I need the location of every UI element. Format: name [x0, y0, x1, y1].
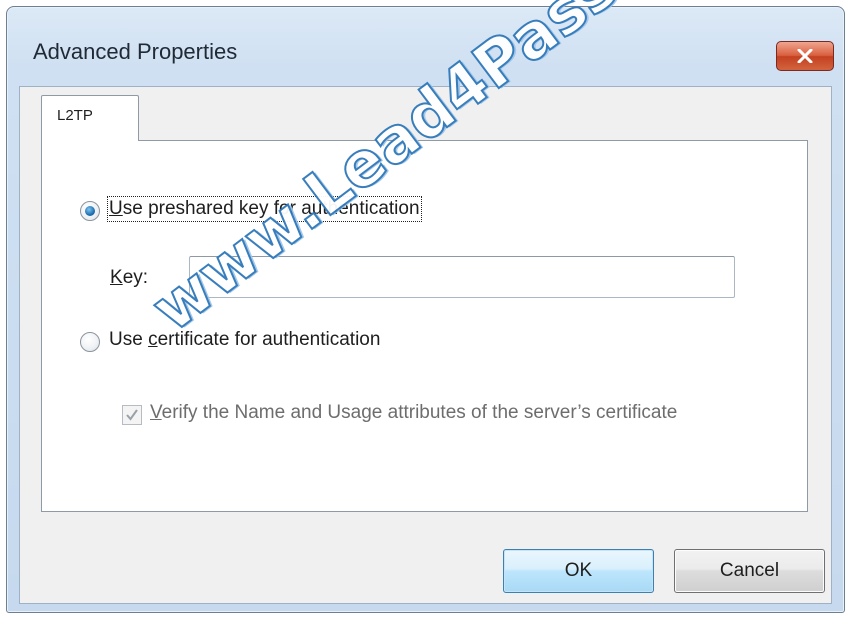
tab-l2tp[interactable]: L2TP: [41, 95, 139, 141]
preshared-key-radio[interactable]: [80, 201, 100, 221]
verify-certificate-label: Verify the Name and Usage attributes of …: [150, 402, 678, 423]
key-label: Key:: [110, 267, 149, 288]
close-button[interactable]: [776, 41, 834, 71]
tab-panel-l2tp: Use preshared key for authentication Key…: [41, 140, 808, 512]
preshared-key-label[interactable]: Use preshared key for authentication: [107, 196, 422, 222]
verify-certificate-checkbox[interactable]: [122, 405, 142, 425]
checkmark-icon: [126, 409, 138, 421]
dialog-body: L2TP Use preshared key for authenticatio…: [19, 86, 832, 604]
cancel-button[interactable]: Cancel: [674, 549, 825, 593]
certificate-radio[interactable]: [80, 332, 100, 352]
ok-button[interactable]: OK: [503, 549, 654, 593]
title-bar[interactable]: Advanced Properties: [7, 7, 844, 87]
tab-label: L2TP: [57, 107, 93, 124]
close-icon: [797, 49, 813, 63]
advanced-properties-dialog: Advanced Properties L2TP Use preshared k…: [6, 6, 845, 613]
dialog-title: Advanced Properties: [33, 39, 238, 64]
certificate-label[interactable]: Use certificate for authentication: [109, 329, 380, 351]
key-input[interactable]: [189, 256, 735, 298]
